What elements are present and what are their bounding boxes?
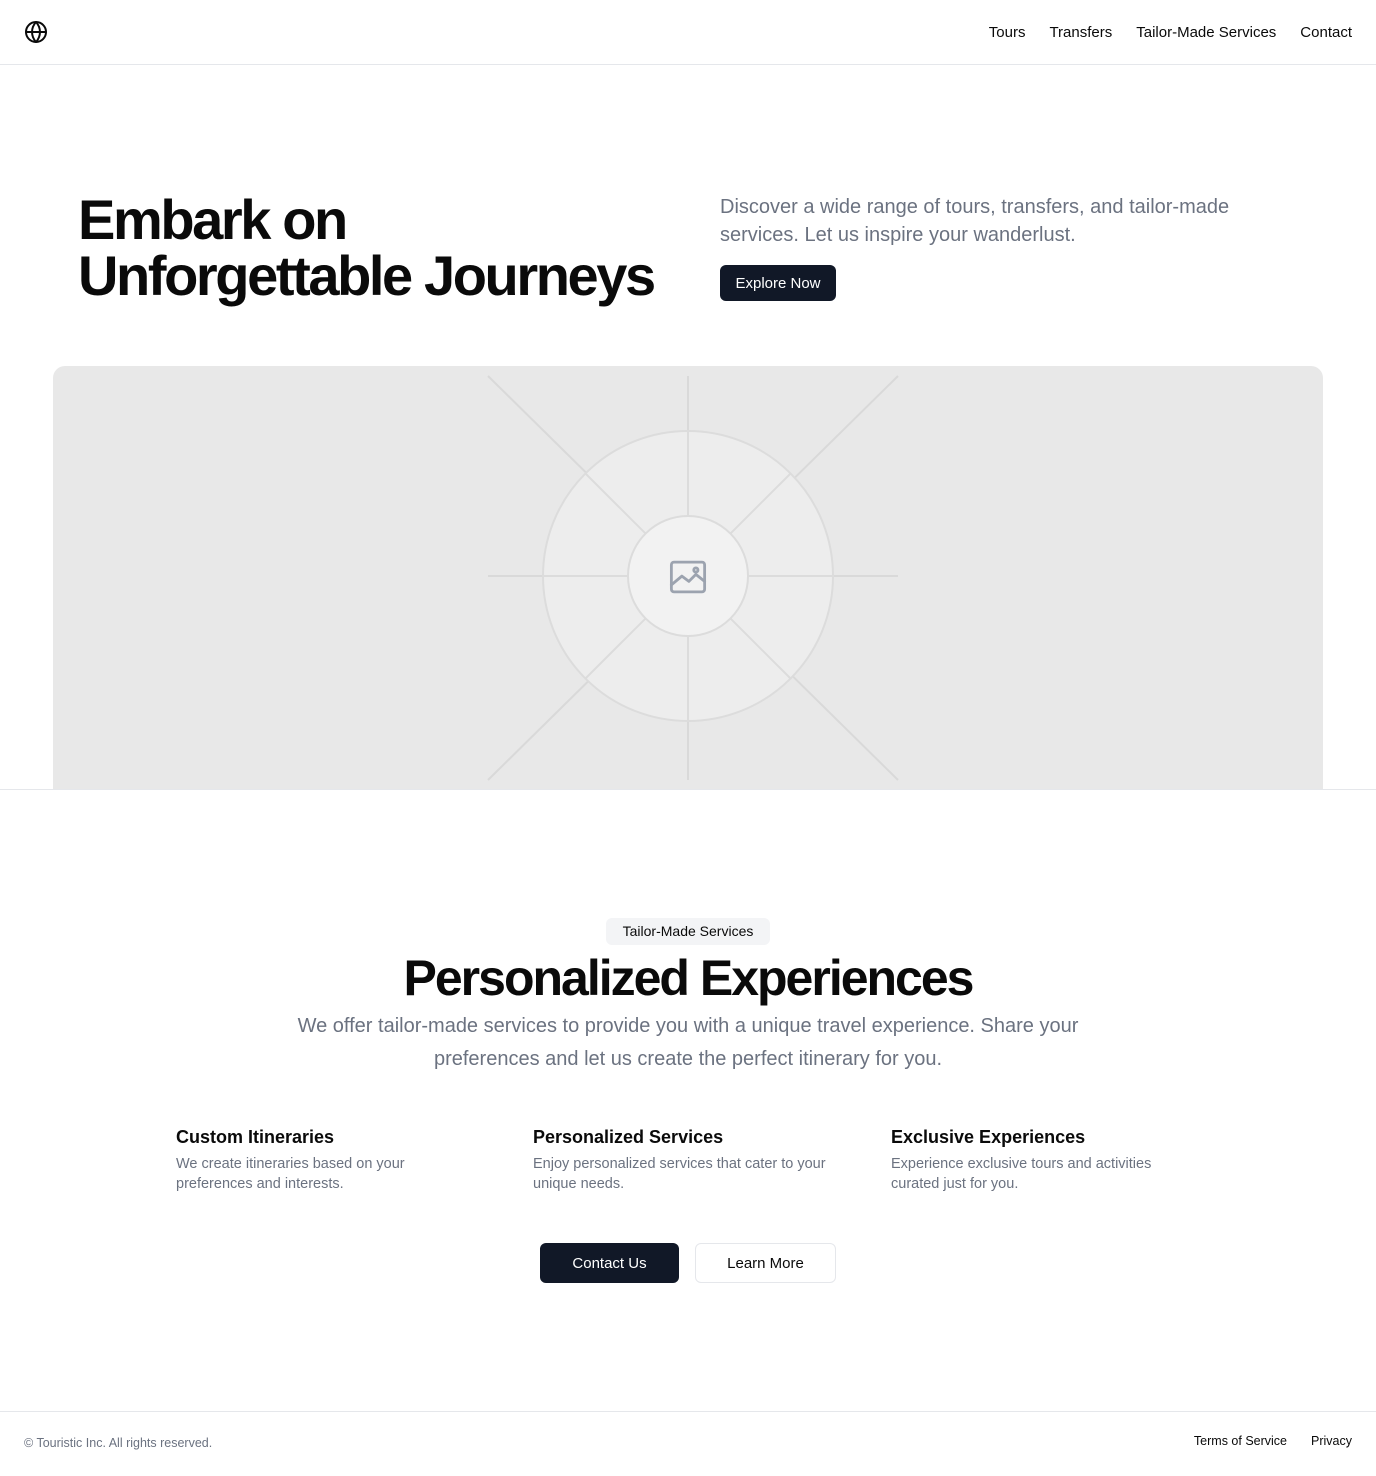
hero-title-line-1: Embark on [78,188,348,251]
learn-more-button[interactable]: Learn More [695,1243,836,1283]
nav-link-tailor-made-services[interactable]: Tailor-Made Services [1136,24,1276,41]
feature-custom-itineraries: Custom Itineraries We create itineraries… [176,1125,476,1194]
section-badge: Tailor-Made Services [606,918,770,945]
globe-icon[interactable] [24,20,48,44]
feature-personalized-services: Personalized Services Enjoy personalized… [533,1125,833,1194]
nav-link-tours[interactable]: Tours [989,24,1026,41]
contact-us-button[interactable]: Contact Us [540,1243,679,1283]
hero-title-line-2: Unforgettable Journeys [78,244,656,307]
copyright-text: © Touristic Inc. All rights reserved. [24,1436,213,1450]
main-nav: Tours Transfers Tailor-Made Services Con… [989,0,1352,64]
feature-text: Experience exclusive tours and activitie… [891,1156,1152,1192]
feature-title: Exclusive Experiences [891,1127,1086,1147]
section-divider [0,789,1376,790]
feature-title: Personalized Services [533,1127,724,1147]
nav-link-contact[interactable]: Contact [1300,24,1352,41]
footer-links: Terms of Service Privacy [1194,1434,1352,1448]
feature-exclusive-experiences: Exclusive Experiences Experience exclusi… [891,1125,1191,1194]
section-title: Personalized Experiences [403,950,975,1006]
hero-title: Embark on Unforgettable Journeys [78,192,698,304]
feature-text: Enjoy personalized services that cater t… [533,1156,826,1192]
terms-of-service-link[interactable]: Terms of Service [1194,1434,1287,1448]
feature-title: Custom Itineraries [176,1127,335,1147]
image-placeholder-icon [669,560,707,594]
nav-link-transfers[interactable]: Transfers [1049,24,1112,41]
privacy-link[interactable]: Privacy [1311,1434,1352,1448]
site-header: Tours Transfers Tailor-Made Services Con… [0,0,1376,65]
site-footer: © Touristic Inc. All rights reserved. Te… [0,1411,1376,1476]
feature-text: We create itineraries based on your pref… [176,1156,405,1192]
hero-image-placeholder [53,366,1323,790]
explore-now-button[interactable]: Explore Now [720,265,836,301]
section-description: We offer tailor-made services to provide… [297,1015,1079,1070]
hero-description: Discover a wide range of tours, transfer… [720,196,1230,246]
